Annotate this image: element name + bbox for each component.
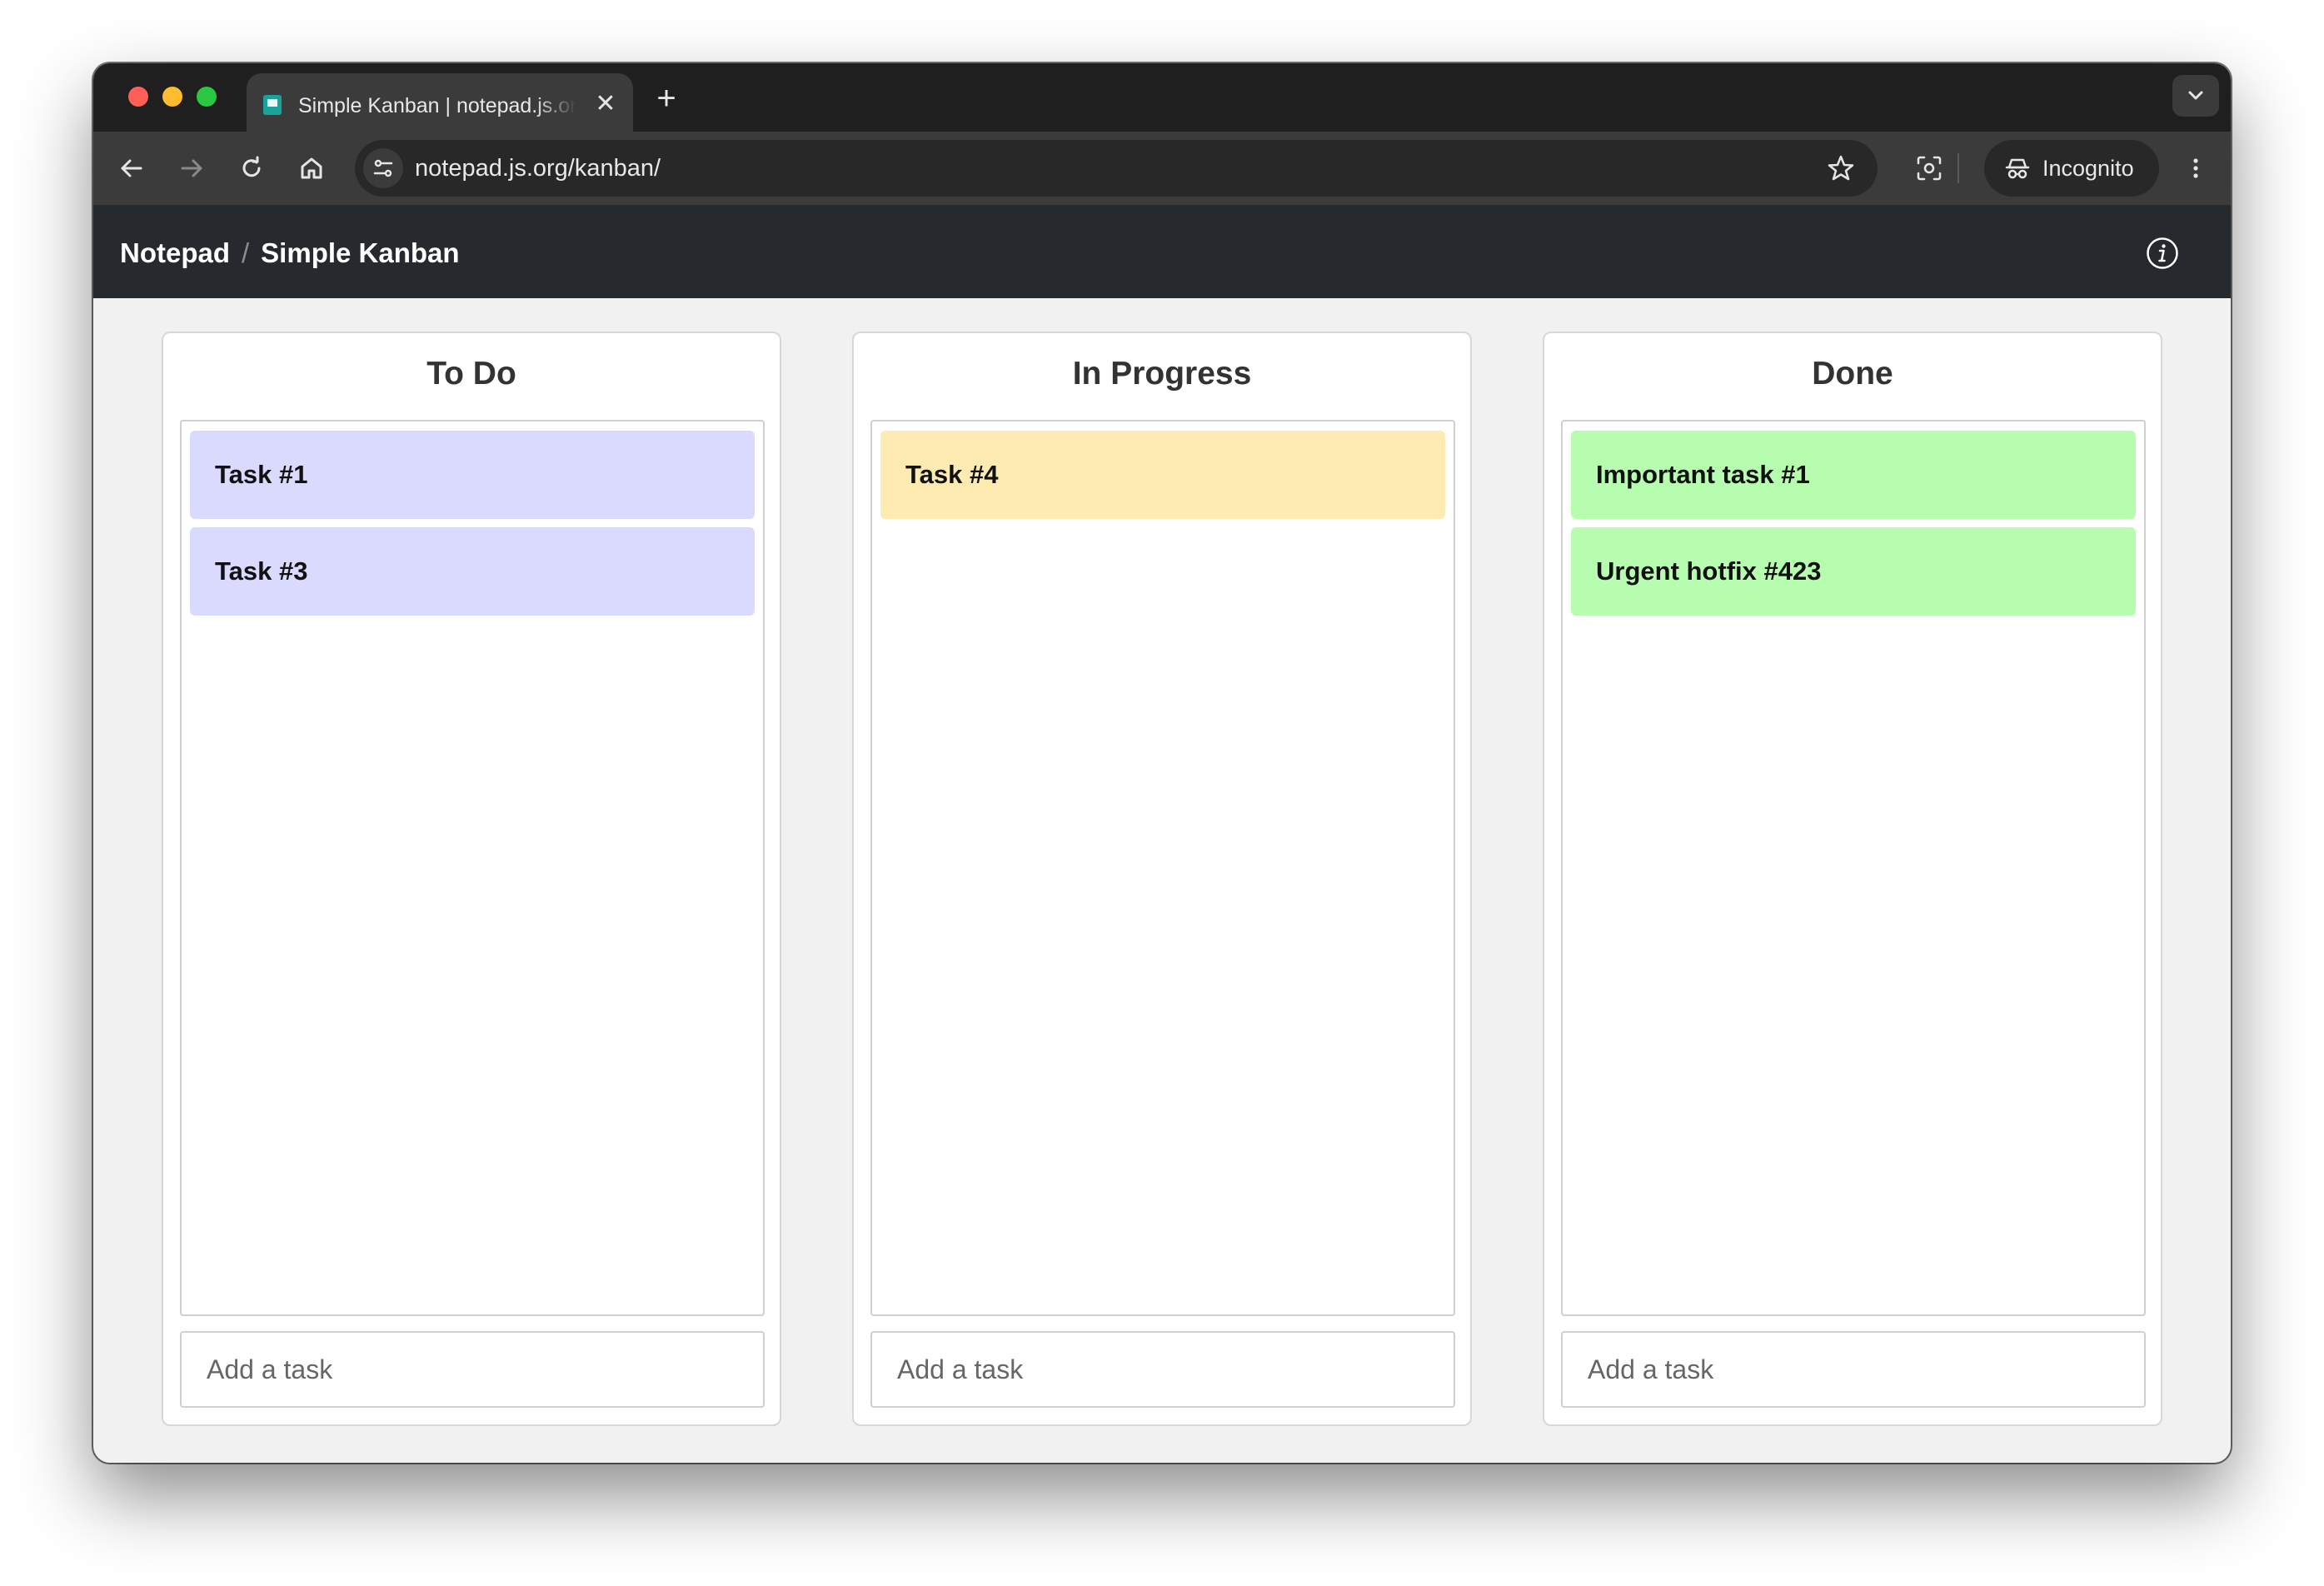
- tune-icon: [373, 159, 393, 177]
- url-text: notepad.js.org/kanban/: [415, 155, 661, 182]
- task-card[interactable]: Task #1: [190, 431, 755, 519]
- tab-close-icon[interactable]: ✕: [591, 90, 620, 118]
- close-window-button[interactable]: [128, 87, 148, 107]
- incognito-icon: [2005, 158, 2030, 179]
- forward-button[interactable]: [173, 150, 210, 187]
- info-icon: [2147, 237, 2178, 269]
- column-to-do: To Do Task #1 Task #3: [162, 332, 781, 1426]
- task-card[interactable]: Urgent hotfix #423: [1571, 527, 2136, 616]
- column-title: Done: [1812, 356, 1893, 392]
- add-task-input[interactable]: [870, 1331, 1455, 1408]
- task-card[interactable]: Task #3: [190, 527, 755, 616]
- browser-toolbar: notepad.js.org/kanban/ Incognito: [93, 132, 2231, 205]
- reload-button[interactable]: [233, 150, 270, 187]
- tab-strip: Simple Kanban | notepad.js.org ✕ +: [93, 63, 2231, 133]
- incognito-label: Incognito: [2042, 156, 2134, 181]
- add-task-input[interactable]: [180, 1331, 765, 1408]
- breadcrumb-notepad-link[interactable]: Notepad: [120, 237, 230, 268]
- info-button[interactable]: [2146, 237, 2179, 270]
- arrow-left-icon: [121, 159, 142, 177]
- task-card[interactable]: Task #4: [880, 431, 1445, 519]
- column-done: Done Important task #1 Urgent hotfix #42…: [1543, 332, 2162, 1426]
- task-card[interactable]: Important task #1: [1571, 431, 2136, 519]
- minimize-window-button[interactable]: [162, 87, 182, 107]
- notepad-favicon-icon: [263, 95, 282, 115]
- add-task-input[interactable]: [1561, 1331, 2146, 1408]
- site-info-button[interactable]: [363, 148, 403, 188]
- incognito-profile-button[interactable]: Incognito: [1984, 140, 2159, 197]
- address-bar[interactable]: notepad.js.org/kanban/: [355, 140, 1878, 197]
- new-tab-button[interactable]: +: [650, 82, 683, 115]
- back-button[interactable]: [113, 150, 150, 187]
- star-icon: [1828, 155, 1854, 181]
- lens-button[interactable]: [1911, 150, 1947, 187]
- browser-window: Simple Kanban | notepad.js.org ✕ + notep…: [93, 63, 2231, 1463]
- breadcrumb: Notepad / Simple Kanban: [120, 237, 460, 270]
- breadcrumb-current-page: Simple Kanban: [261, 237, 460, 268]
- home-icon: [301, 157, 322, 179]
- chevron-down-icon: [2188, 91, 2203, 100]
- toolbar-divider: [1957, 153, 1959, 183]
- bookmark-button[interactable]: [1826, 153, 1856, 183]
- browser-menu-button[interactable]: [2177, 150, 2214, 187]
- browser-tab-active[interactable]: Simple Kanban | notepad.js.org ✕: [247, 73, 633, 133]
- column-task-list: Important task #1 Urgent hotfix #423: [1561, 420, 2146, 1316]
- column-task-list: Task #4: [870, 420, 1455, 1316]
- tab-title: Simple Kanban | notepad.js.org: [298, 94, 576, 117]
- breadcrumb-separator: /: [242, 237, 250, 268]
- column-in-progress: In Progress Task #4: [852, 332, 1472, 1426]
- tab-search-button[interactable]: [2172, 75, 2219, 117]
- app-header: Notepad / Simple Kanban: [93, 205, 2231, 298]
- maximize-window-button[interactable]: [197, 87, 217, 107]
- home-button[interactable]: [293, 150, 330, 187]
- arrow-right-icon: [181, 159, 202, 177]
- column-task-list: Task #1 Task #3: [180, 420, 765, 1316]
- reload-icon: [242, 156, 261, 177]
- column-title: In Progress: [1072, 356, 1252, 392]
- screenshot-search-icon: [1917, 156, 1942, 181]
- more-vertical-icon: [2193, 158, 2198, 178]
- column-title: To Do: [426, 356, 516, 392]
